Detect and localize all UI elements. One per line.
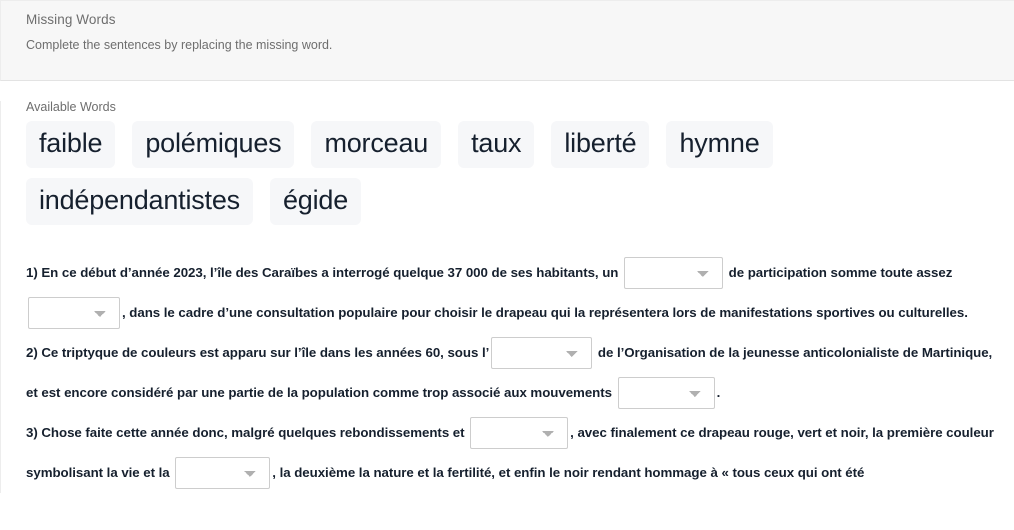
sentence: 2) Ce triptyque de couleurs est apparu s… [26, 333, 1001, 413]
page-subtitle: Complete the sentences by replacing the … [26, 37, 333, 52]
blank-1[interactable]: faiblepolémiquesmorceautauxlibertéhymnei… [624, 257, 723, 290]
sentence: 3) Chose faite cette année donc, malgré … [26, 413, 1001, 493]
panel-body: Available Words faible polémiques morceau t… [0, 100, 1014, 493]
word-chip[interactable]: morceau [311, 120, 442, 168]
sentence-text: , dans le cadre d’une consultation popul… [122, 304, 968, 320]
sentence-text: 3) Chose faite cette année donc, malgré … [26, 424, 469, 440]
word-chip[interactable]: hymne [666, 120, 773, 168]
word-chip[interactable]: égide [269, 177, 362, 225]
sentence: 1) En ce début d’année 2023, l’île des C… [26, 253, 1001, 333]
sentence-text: , la deuxième la nature et la fertilité,… [272, 464, 865, 480]
word-chip[interactable]: taux [458, 120, 535, 168]
sentence-text: 1) En ce début d’année 2023, l’île des C… [26, 264, 622, 280]
blank-5[interactable]: faiblepolémiquesmorceautauxlibertéhymnei… [470, 417, 569, 450]
panel-header: Missing Words Complete the sentences by … [0, 0, 1014, 81]
word-chip[interactable]: faible [26, 120, 116, 168]
available-words-label: Available Words [26, 100, 116, 114]
sentence-text: de participation somme toute assez [725, 264, 956, 280]
available-words-list: faible polémiques morceau taux liberté hymne i… [26, 120, 986, 235]
word-chip[interactable]: polémiques [132, 120, 295, 168]
blank-2[interactable]: faiblepolémiquesmorceautauxlibertéhymnei… [28, 297, 120, 330]
missing-words-exercise: Missing Words Complete the sentences by … [0, 0, 1014, 530]
page-title: Missing Words [26, 12, 116, 27]
blank-6[interactable]: faiblepolémiquesmorceautauxlibertéhymnei… [175, 457, 271, 490]
blank-3[interactable]: faiblepolémiquesmorceautauxlibertéhymnei… [491, 337, 593, 370]
sentence-text: 2) Ce triptyque de couleurs est apparu s… [26, 344, 490, 360]
word-chip[interactable]: liberté [551, 120, 650, 168]
blank-4[interactable]: faiblepolémiquesmorceautauxlibertéhymnei… [617, 377, 715, 410]
word-chip[interactable]: indépendantistes [26, 177, 253, 225]
sentence-text: . [716, 384, 721, 400]
sentences-list: 1) En ce début d’année 2023, l’île des C… [26, 253, 1001, 493]
